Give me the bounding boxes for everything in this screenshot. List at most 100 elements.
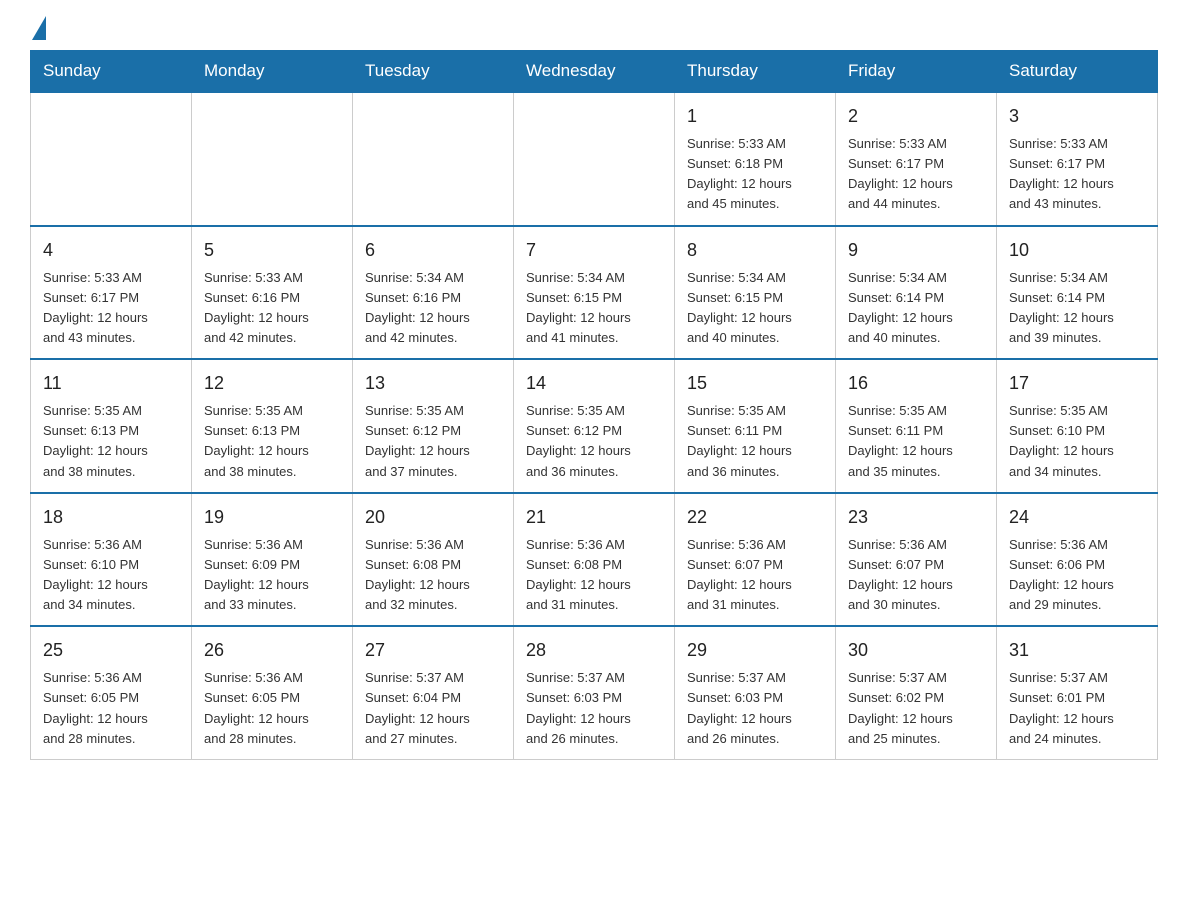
day-info: Sunrise: 5:36 AM Sunset: 6:06 PM Dayligh…: [1009, 535, 1145, 616]
day-number: 22: [687, 504, 823, 531]
day-number: 8: [687, 237, 823, 264]
week-row-2: 4 Sunrise: 5:33 AM Sunset: 6:17 PM Daylig…: [31, 226, 1158, 360]
day-info: Sunrise: 5:35 AM Sunset: 6:12 PM Dayligh…: [365, 401, 501, 482]
day-number: 20: [365, 504, 501, 531]
day-info: Sunrise: 5:33 AM Sunset: 6:17 PM Dayligh…: [1009, 134, 1145, 215]
day-number: 24: [1009, 504, 1145, 531]
day-number: 17: [1009, 370, 1145, 397]
day-info: Sunrise: 5:37 AM Sunset: 6:02 PM Dayligh…: [848, 668, 984, 749]
day-info: Sunrise: 5:35 AM Sunset: 6:11 PM Dayligh…: [687, 401, 823, 482]
day-number: 1: [687, 103, 823, 130]
day-info: Sunrise: 5:34 AM Sunset: 6:15 PM Dayligh…: [526, 268, 662, 349]
page-header: [30, 20, 1158, 40]
day-number: 27: [365, 637, 501, 664]
day-number: 4: [43, 237, 179, 264]
day-info: Sunrise: 5:37 AM Sunset: 6:04 PM Dayligh…: [365, 668, 501, 749]
day-number: 3: [1009, 103, 1145, 130]
day-number: 16: [848, 370, 984, 397]
calendar-cell-11: 7 Sunrise: 5:34 AM Sunset: 6:15 PM Daylig…: [514, 226, 675, 360]
day-number: 29: [687, 637, 823, 664]
calendar-cell-34: 30Sunrise: 5:37 AM Sunset: 6:02 PM Dayli…: [836, 626, 997, 759]
calendar-cell-28: 24 Sunrise: 5:36 AM Sunset: 6:06 PM Dayli…: [997, 493, 1158, 627]
day-info: Sunrise: 5:33 AM Sunset: 6:17 PM Dayligh…: [848, 134, 984, 215]
calendar-cell-29: 25 Sunrise: 5:36 AM Sunset: 6:05 PM Dayli…: [31, 626, 192, 759]
day-number: 18: [43, 504, 179, 531]
calendar-cell-9: 5 Sunrise: 5:33 AM Sunset: 6:16 PM Daylig…: [192, 226, 353, 360]
calendar-cell-20: 16 Sunrise: 5:35 AM Sunset: 6:11 PM Dayli…: [836, 359, 997, 493]
day-info: Sunrise: 5:35 AM Sunset: 6:10 PM Dayligh…: [1009, 401, 1145, 482]
column-header-sunday: Sunday: [31, 51, 192, 93]
day-number: 6: [365, 237, 501, 264]
calendar-cell-17: 13Sunrise: 5:35 AM Sunset: 6:12 PM Dayli…: [353, 359, 514, 493]
day-info: Sunrise: 5:36 AM Sunset: 6:07 PM Dayligh…: [848, 535, 984, 616]
day-number: 12: [204, 370, 340, 397]
calendar-cell-5: 1 Sunrise: 5:33 AM Sunset: 6:18 PM Daylig…: [675, 92, 836, 226]
day-number: 10: [1009, 237, 1145, 264]
day-number: 25: [43, 637, 179, 664]
day-number: 2: [848, 103, 984, 130]
calendar-cell-31: 27 Sunrise: 5:37 AM Sunset: 6:04 PM Dayli…: [353, 626, 514, 759]
day-number: 5: [204, 237, 340, 264]
calendar-cell-35: 31Sunrise: 5:37 AM Sunset: 6:01 PM Dayli…: [997, 626, 1158, 759]
day-info: Sunrise: 5:36 AM Sunset: 6:08 PM Dayligh…: [365, 535, 501, 616]
calendar-cell-26: 22 Sunrise: 5:36 AM Sunset: 6:07 PM Dayli…: [675, 493, 836, 627]
day-info: Sunrise: 5:33 AM Sunset: 6:18 PM Dayligh…: [687, 134, 823, 215]
day-info: Sunrise: 5:35 AM Sunset: 6:13 PM Dayligh…: [43, 401, 179, 482]
day-info: Sunrise: 5:36 AM Sunset: 6:05 PM Dayligh…: [43, 668, 179, 749]
calendar-cell-1: [31, 92, 192, 226]
calendar-cell-25: 21 Sunrise: 5:36 AM Sunset: 6:08 PM Dayli…: [514, 493, 675, 627]
calendar-cell-3: [353, 92, 514, 226]
calendar-cell-32: 28 Sunrise: 5:37 AM Sunset: 6:03 PM Dayli…: [514, 626, 675, 759]
day-info: Sunrise: 5:35 AM Sunset: 6:13 PM Dayligh…: [204, 401, 340, 482]
day-info: Sunrise: 5:34 AM Sunset: 6:16 PM Dayligh…: [365, 268, 501, 349]
day-info: Sunrise: 5:33 AM Sunset: 6:16 PM Dayligh…: [204, 268, 340, 349]
day-info: Sunrise: 5:36 AM Sunset: 6:10 PM Dayligh…: [43, 535, 179, 616]
calendar-cell-15: 11 Sunrise: 5:35 AM Sunset: 6:13 PM Dayli…: [31, 359, 192, 493]
day-number: 26: [204, 637, 340, 664]
day-number: 28: [526, 637, 662, 664]
day-info: Sunrise: 5:37 AM Sunset: 6:03 PM Dayligh…: [526, 668, 662, 749]
calendar-cell-8: 4 Sunrise: 5:33 AM Sunset: 6:17 PM Daylig…: [31, 226, 192, 360]
calendar-cell-23: 19 Sunrise: 5:36 AM Sunset: 6:09 PM Dayli…: [192, 493, 353, 627]
calendar-cell-27: 23 Sunrise: 5:36 AM Sunset: 6:07 PM Dayli…: [836, 493, 997, 627]
day-info: Sunrise: 5:35 AM Sunset: 6:11 PM Dayligh…: [848, 401, 984, 482]
calendar-cell-12: 8 Sunrise: 5:34 AM Sunset: 6:15 PM Daylig…: [675, 226, 836, 360]
day-info: Sunrise: 5:36 AM Sunset: 6:08 PM Dayligh…: [526, 535, 662, 616]
day-info: Sunrise: 5:36 AM Sunset: 6:09 PM Dayligh…: [204, 535, 340, 616]
day-info: Sunrise: 5:35 AM Sunset: 6:12 PM Dayligh…: [526, 401, 662, 482]
day-number: 15: [687, 370, 823, 397]
day-info: Sunrise: 5:36 AM Sunset: 6:05 PM Dayligh…: [204, 668, 340, 749]
calendar-cell-22: 18 Sunrise: 5:36 AM Sunset: 6:10 PM Dayli…: [31, 493, 192, 627]
day-number: 11: [43, 370, 179, 397]
week-row-3: 11 Sunrise: 5:35 AM Sunset: 6:13 PM Dayli…: [31, 359, 1158, 493]
calendar-cell-19: 15 Sunrise: 5:35 AM Sunset: 6:11 PM Dayli…: [675, 359, 836, 493]
calendar-cell-13: 9 Sunrise: 5:34 AM Sunset: 6:14 PM Daylig…: [836, 226, 997, 360]
week-row-4: 18 Sunrise: 5:36 AM Sunset: 6:10 PM Dayli…: [31, 493, 1158, 627]
calendar-cell-6: 2 Sunrise: 5:33 AM Sunset: 6:17 PM Daylig…: [836, 92, 997, 226]
day-info: Sunrise: 5:34 AM Sunset: 6:14 PM Dayligh…: [1009, 268, 1145, 349]
day-info: Sunrise: 5:34 AM Sunset: 6:15 PM Dayligh…: [687, 268, 823, 349]
week-row-5: 25 Sunrise: 5:36 AM Sunset: 6:05 PM Dayli…: [31, 626, 1158, 759]
day-info: Sunrise: 5:33 AM Sunset: 6:17 PM Dayligh…: [43, 268, 179, 349]
day-info: Sunrise: 5:34 AM Sunset: 6:14 PM Dayligh…: [848, 268, 984, 349]
calendar-cell-4: [514, 92, 675, 226]
week-row-1: 1 Sunrise: 5:33 AM Sunset: 6:18 PM Daylig…: [31, 92, 1158, 226]
day-info: Sunrise: 5:36 AM Sunset: 6:07 PM Dayligh…: [687, 535, 823, 616]
day-number: 23: [848, 504, 984, 531]
day-info: Sunrise: 5:37 AM Sunset: 6:01 PM Dayligh…: [1009, 668, 1145, 749]
column-header-saturday: Saturday: [997, 51, 1158, 93]
calendar-cell-24: 20 Sunrise: 5:36 AM Sunset: 6:08 PM Dayli…: [353, 493, 514, 627]
day-info: Sunrise: 5:37 AM Sunset: 6:03 PM Dayligh…: [687, 668, 823, 749]
day-number: 9: [848, 237, 984, 264]
day-number: 21: [526, 504, 662, 531]
calendar-table: SundayMondayTuesdayWednesdayThursdayFrid…: [30, 50, 1158, 760]
calendar-cell-7: 3 Sunrise: 5:33 AM Sunset: 6:17 PM Daylig…: [997, 92, 1158, 226]
day-number: 7: [526, 237, 662, 264]
day-number: 19: [204, 504, 340, 531]
logo: [30, 20, 46, 40]
column-header-wednesday: Wednesday: [514, 51, 675, 93]
column-header-thursday: Thursday: [675, 51, 836, 93]
calendar-cell-16: 12 Sunrise: 5:35 AM Sunset: 6:13 PM Dayli…: [192, 359, 353, 493]
column-header-monday: Monday: [192, 51, 353, 93]
calendar-cell-30: 26 Sunrise: 5:36 AM Sunset: 6:05 PM Dayli…: [192, 626, 353, 759]
